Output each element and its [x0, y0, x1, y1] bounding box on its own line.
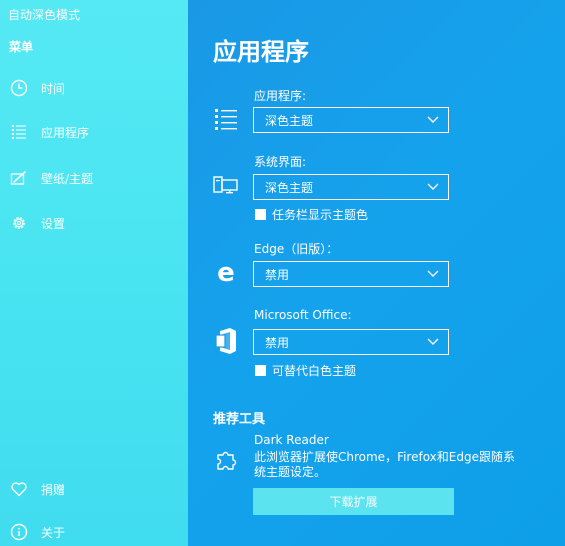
- info-icon: [9, 522, 29, 542]
- sidebar-item-wallpaper[interactable]: 壁纸/主题: [9, 166, 93, 190]
- app-title: 自动深色模式: [8, 8, 81, 22]
- heart-icon: [9, 479, 29, 499]
- office-label: Microsoft Office:: [254, 308, 352, 322]
- chevron-down-icon: [427, 180, 439, 194]
- chevron-down-icon: [427, 335, 439, 349]
- recommended-tools-header: 推荐工具: [213, 412, 266, 427]
- apps-label: 应用程序:: [254, 89, 307, 103]
- sidebar-item-label: 关于: [41, 525, 66, 540]
- puzzle-icon: [212, 446, 240, 474]
- clock-icon: [9, 78, 29, 98]
- download-extension-button[interactable]: 下载扩展: [253, 488, 454, 515]
- edge-label: Edge（旧版）：: [254, 242, 339, 256]
- checkbox-label: 可替代白色主题: [272, 364, 357, 378]
- sidebar-item-label: 应用程序: [41, 125, 90, 140]
- sidebar-item-apps[interactable]: 应用程序: [9, 120, 89, 144]
- checkbox-box[interactable]: [255, 365, 266, 376]
- sidebar: 自动深色模式 菜单 时间 应用程序 壁纸/主题 设置 捐赠 关于: [0, 0, 188, 546]
- sidebar-item-donate[interactable]: 捐赠: [9, 477, 65, 501]
- white-theme-checkbox[interactable]: 可替代白色主题: [255, 362, 356, 379]
- monitor-icon: [212, 172, 240, 200]
- edge-icon: e: [212, 259, 240, 287]
- download-button-label: 下载扩展: [329, 495, 378, 509]
- office-theme-select[interactable]: 禁用: [253, 329, 449, 355]
- sidebar-item-about[interactable]: 关于: [9, 520, 65, 544]
- office-theme-value: 禁用: [265, 335, 290, 350]
- sidebar-item-label: 捐赠: [41, 482, 66, 497]
- sidebar-item-label: 设置: [41, 216, 66, 231]
- edge-theme-value: 禁用: [265, 267, 290, 282]
- tool-name: Dark Reader: [254, 433, 329, 447]
- taskbar-accent-checkbox[interactable]: 任务栏显示主题色: [255, 206, 368, 223]
- chevron-down-icon: [427, 267, 439, 281]
- system-theme-value: 深色主题: [265, 180, 314, 195]
- gear-icon: [9, 213, 29, 233]
- main-panel: 应用程序 应用程序: 深色主题 系统界面: 深色主题 任务栏显示主题色 e Ed…: [188, 0, 565, 546]
- chevron-down-icon: [427, 113, 439, 127]
- sidebar-item-settings[interactable]: 设置: [9, 211, 65, 235]
- svg-text:e: e: [217, 260, 235, 286]
- checkbox-box[interactable]: [255, 209, 266, 220]
- list-icon: [9, 122, 29, 142]
- office-icon: [212, 327, 240, 355]
- sidebar-item-time[interactable]: 时间: [9, 76, 65, 100]
- edge-theme-select[interactable]: 禁用: [253, 261, 449, 287]
- checkbox-label: 任务栏显示主题色: [272, 208, 369, 222]
- apps-theme-value: 深色主题: [265, 113, 314, 128]
- system-label: 系统界面:: [254, 155, 307, 169]
- system-theme-select[interactable]: 深色主题: [253, 174, 449, 200]
- page-title: 应用程序: [213, 38, 309, 66]
- menu-title: 菜单: [9, 40, 34, 54]
- list-icon: [212, 105, 240, 133]
- sidebar-item-label: 时间: [41, 81, 66, 96]
- apps-theme-select[interactable]: 深色主题: [253, 107, 449, 133]
- tool-description: 此浏览器扩展使Chrome，Firefox和Edge跟随系统主题设定。: [254, 450, 515, 479]
- paint-icon: [9, 168, 29, 188]
- sidebar-item-label: 壁纸/主题: [41, 171, 94, 186]
